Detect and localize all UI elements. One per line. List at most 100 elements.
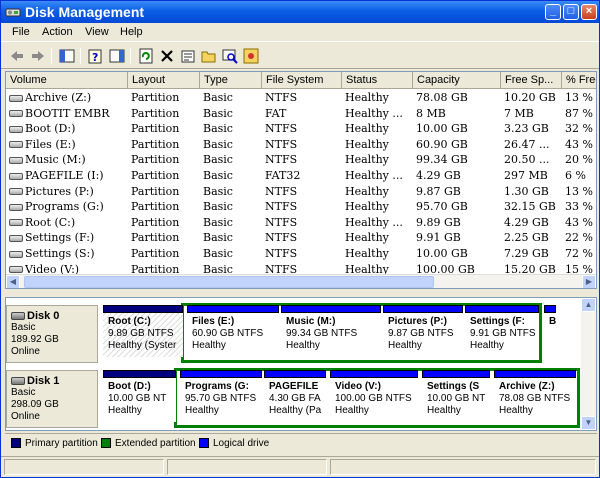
vertical-scrollbar[interactable]: ▲ ▼ (581, 298, 596, 430)
volume-fs-cell: NTFS (265, 137, 298, 151)
partition-name: B (549, 316, 556, 327)
volume-row[interactable]: Root (C:) Partition Basic NTFS Healthy ... 9.… (6, 215, 596, 231)
scroll-left-icon[interactable]: ◀ (6, 275, 20, 288)
properties-icon[interactable] (178, 46, 198, 66)
legend-primary: Primary partition (25, 438, 98, 449)
close-button[interactable]: × (581, 4, 597, 20)
forward-icon[interactable] (28, 46, 48, 66)
column-type[interactable]: Type (200, 72, 262, 89)
partition-bar (281, 305, 381, 313)
volume-name: PAGEFILE (I:) (25, 169, 104, 182)
scroll-up-icon[interactable]: ▲ (581, 298, 596, 312)
help-icon[interactable]: ? (86, 46, 106, 66)
partition-block[interactable]: Files (E:) 60.90 GB NTFS Healthy (187, 305, 279, 357)
column-status[interactable]: Status (342, 72, 413, 89)
volume-row[interactable]: Pictures (P:) Partition Basic NTFS Healthy 9.… (6, 184, 596, 200)
volume-row[interactable]: Music (M:) Partition Basic NTFS Healthy 99.34… (6, 152, 596, 168)
volume-capacity-cell: 9.89 GB (416, 215, 461, 229)
partition-status: Healthy (286, 340, 320, 351)
partition-block[interactable]: Root (C:) 9.89 GB NTFS Healthy (Syster (103, 305, 183, 357)
show-hide-console-tree-icon[interactable] (57, 46, 77, 66)
column-layout[interactable]: Layout (128, 72, 200, 89)
volume-row[interactable]: Boot (D:) Partition Basic NTFS Healthy 10.00 … (6, 121, 596, 137)
partition-block[interactable]: Music (M:) 99.34 GB NTFS Healthy (281, 305, 381, 357)
disk-management-icon (5, 8, 21, 17)
explore-icon[interactable] (220, 46, 240, 66)
volume-free-cell: 1.30 GB (504, 184, 549, 198)
column-capacity[interactable]: Capacity (413, 72, 501, 89)
volume-row[interactable]: Files (E:) Partition Basic NTFS Healthy 60.90… (6, 137, 596, 153)
partition-bar (103, 305, 183, 313)
partition-status: Healthy (Syster (108, 340, 177, 351)
refresh-icon[interactable] (136, 46, 156, 66)
volume-capacity-cell: 78.08 GB (416, 91, 468, 104)
volume-row[interactable]: BOOTIT EMBR Partition Basic FAT Healthy ... 8… (6, 106, 596, 122)
scroll-thumb[interactable] (24, 276, 434, 288)
partition-bar (383, 305, 463, 313)
column-percent-free[interactable]: % Free (562, 72, 596, 89)
volume-row[interactable]: Settings (F:) Partition Basic NTFS Healthy 9.… (6, 230, 596, 246)
settings-icon[interactable] (241, 46, 261, 66)
volume-name-cell: Programs (G:) (6, 200, 128, 213)
partition-name: Files (E:) (192, 316, 235, 327)
column-volume[interactable]: Volume (6, 72, 128, 89)
volume-fs-cell: FAT (265, 106, 287, 120)
volume-row[interactable]: PAGEFILE (I:) Partition Basic FAT32 Healthy … (6, 168, 596, 184)
volume-status-cell: Healthy (345, 231, 389, 245)
volume-list-header: Volume Layout Type File System Status Ca… (6, 72, 596, 89)
partition-block[interactable]: Video (V:) 100.00 GB NTFS Healthy (330, 370, 418, 422)
title-bar[interactable]: Disk Management _ □ × (1, 1, 599, 23)
horizontal-scrollbar[interactable]: ◀ ▶ (6, 274, 596, 288)
show-hide-action-pane-icon[interactable] (107, 46, 127, 66)
column-file-system[interactable]: File System (262, 72, 342, 89)
volume-layout-cell: Partition (131, 184, 180, 198)
partition-block[interactable]: Pictures (P:) 9.87 GB NTFS Healthy (383, 305, 463, 357)
maximize-button[interactable]: □ (563, 4, 579, 20)
partition-size: 9.89 GB NTFS (108, 328, 174, 339)
volume-type-cell: Basic (203, 91, 233, 104)
volume-type-cell: Basic (203, 247, 233, 260)
volume-row[interactable]: Programs (G:) Partition Basic NTFS Healthy 95… (6, 199, 596, 215)
disk-0-label[interactable]: Disk 0 Basic 189.92 GB Online (6, 305, 98, 363)
partition-bar (544, 305, 556, 313)
volume-list: Volume Layout Type File System Status Ca… (5, 71, 597, 289)
partition-size: 10.00 GB NT (427, 393, 486, 404)
menu-view[interactable]: View (85, 26, 109, 38)
volume-pct-cell: 32 % (565, 122, 593, 136)
volume-layout-cell: Partition (131, 231, 180, 245)
volume-capacity-cell: 8 MB (416, 106, 446, 120)
disk-size: 298.09 GB (11, 399, 59, 410)
disk-kind: Basic (11, 387, 36, 398)
partition-size: 9.87 GB NTFS (388, 328, 454, 339)
partition-block[interactable]: Programs (G: 95.70 GB NTFS Healthy (180, 370, 262, 422)
menu-file[interactable]: File (12, 26, 30, 38)
scroll-down-icon[interactable]: ▼ (581, 416, 596, 430)
toolbar: ? (1, 41, 599, 69)
scroll-right-icon[interactable]: ▶ (582, 275, 596, 288)
delete-icon[interactable] (157, 46, 177, 66)
partition-status: Healthy (185, 405, 219, 416)
back-icon[interactable] (7, 46, 27, 66)
disk-1-label[interactable]: Disk 1 Basic 298.09 GB Online (6, 370, 98, 428)
volume-icon (9, 94, 23, 102)
partition-block[interactable]: Settings (S 10.00 GB NT Healthy (422, 370, 490, 422)
open-folder-icon[interactable] (199, 46, 219, 66)
partition-block[interactable]: Settings (F: 9.91 GB NTFS Healthy (465, 305, 539, 357)
partition-block[interactable]: B (544, 305, 556, 357)
volume-name-cell: Archive (Z:) (6, 91, 128, 104)
menu-action[interactable]: Action (42, 26, 73, 38)
partition-block[interactable]: PAGEFILE 4.30 GB FA Healthy (Pa (264, 370, 326, 422)
window-title: Disk Management (25, 4, 145, 20)
partition-block[interactable]: Archive (Z:) 78.08 GB NTFS Healthy (494, 370, 576, 422)
volume-icon (9, 234, 23, 242)
volume-row[interactable]: Archive (Z:) Partition Basic NTFS Healthy 78.… (6, 90, 596, 106)
minimize-button[interactable]: _ (545, 4, 561, 20)
volume-icon (9, 110, 23, 118)
partition-block[interactable]: Boot (D:) 10.00 GB NT Healthy (103, 370, 176, 422)
volume-capacity-cell: 10.00 GB (416, 122, 468, 136)
volume-free-cell: 297 MB (504, 169, 548, 182)
partition-status: Healthy (Pa (269, 405, 322, 416)
menu-help[interactable]: Help (120, 26, 143, 38)
column-free-space[interactable]: Free Sp... (501, 72, 562, 89)
volume-row[interactable]: Settings (S:) Partition Basic NTFS Healthy 10… (6, 246, 596, 262)
